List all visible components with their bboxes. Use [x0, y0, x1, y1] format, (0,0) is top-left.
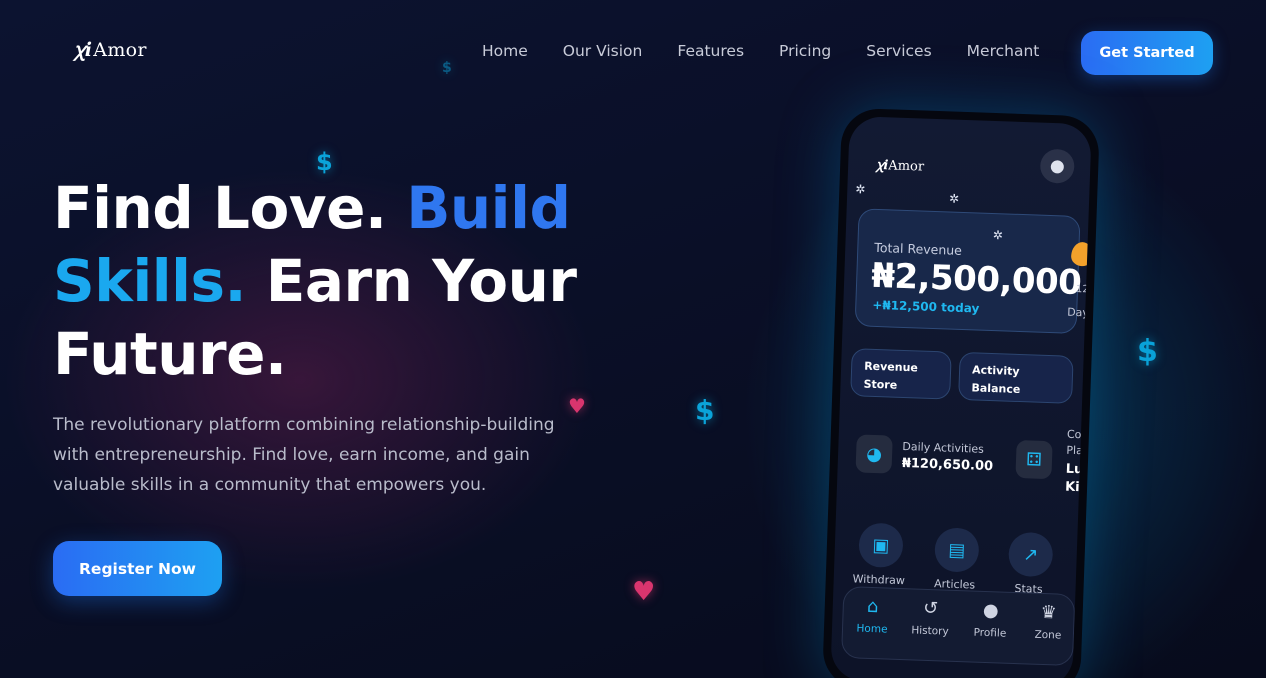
phone-mockup: ꭓiAmor ● ✲ ✲ ✲ Total Revenue ₦2,500,000 …: [821, 107, 1101, 678]
hero-subtitle-line: with entrepreneurship. Find love, earn i…: [53, 445, 530, 465]
daily-activities-label: Daily Activities: [902, 439, 985, 456]
bottom-nav-history[interactable]: ↺ History: [905, 597, 956, 638]
phone-brand-name: Amor: [888, 158, 925, 175]
articles-icon[interactable]: ▤: [934, 527, 980, 573]
phone-screen: ꭓiAmor ● ✲ ✲ ✲ Total Revenue ₦2,500,000 …: [830, 115, 1092, 678]
dollar-icon: $: [1137, 334, 1158, 369]
total-revenue-label: Total Revenue: [874, 239, 963, 258]
phone-brand-logo: ꭓiAmor: [876, 155, 924, 175]
nav-merchant[interactable]: Merchant: [967, 42, 1040, 60]
revenue-store-chip[interactable]: Revenue Store: [850, 348, 952, 400]
bottom-nav-label: History: [911, 624, 949, 638]
bottom-nav-label: Home: [856, 622, 888, 636]
dice-icon: ⚃: [1015, 439, 1053, 480]
profile-icon: ●: [982, 599, 999, 622]
sparkle-icon: ✲: [855, 182, 866, 197]
hero-subtitle-line: The revolutionary platform combining rel…: [53, 415, 555, 435]
bottom-nav-home[interactable]: ⌂ Home: [847, 595, 898, 636]
bottom-nav-zone[interactable]: ♛ Zone: [1023, 601, 1074, 642]
home-icon: ⌂: [866, 595, 879, 618]
hero-title: Find Love. Build Skills. Earn Your Futur…: [53, 172, 613, 391]
stats-icon[interactable]: ↗: [1007, 531, 1054, 578]
bottom-nav-profile[interactable]: ● Profile: [965, 599, 1016, 640]
brand-mark: ꭓi: [74, 39, 93, 61]
activity-balance-chip[interactable]: Activity Balance: [958, 351, 1074, 404]
nav-home[interactable]: Home: [482, 42, 528, 60]
hero-title-part1: Find Love.: [53, 174, 407, 242]
history-icon: ↺: [922, 597, 939, 620]
partial-value: Lu: [1065, 461, 1084, 478]
sparkle-icon: ✲: [948, 191, 960, 206]
hero-title-part4: Earn Your: [246, 247, 577, 315]
chip-label: Balance: [971, 381, 1021, 397]
brand-logo[interactable]: ꭓiAmor: [74, 36, 147, 62]
total-revenue-value: ₦2,500,000: [870, 255, 1083, 304]
nav-our-vision[interactable]: Our Vision: [563, 42, 643, 60]
register-now-button[interactable]: Register Now: [53, 541, 222, 596]
hero-subtitle-line: valuable skills in a community that empo…: [53, 475, 487, 495]
partial-label: Co: [1066, 427, 1082, 442]
hero-subtitle: The revolutionary platform combining rel…: [53, 410, 613, 500]
hero-title-part3: Skills.: [53, 247, 247, 315]
daily-activities-value: ₦120,650.00: [901, 455, 994, 475]
total-revenue-card[interactable]: ✲ Total Revenue ₦2,500,000 +₦12,500 toda…: [854, 208, 1083, 334]
streak-days-label: Days: [1066, 305, 1092, 320]
brand-name: Amor: [93, 39, 147, 61]
withdraw-icon[interactable]: ▣: [858, 522, 904, 569]
main-nav: Home Our Vision Features Pricing Service…: [482, 42, 1074, 60]
chip-label: Store: [863, 377, 898, 392]
hero-title-part5: Future.: [53, 320, 287, 388]
hero-title-part2: Build: [406, 174, 571, 242]
trophy-icon: ♛: [1040, 601, 1058, 624]
bottom-nav-label: Profile: [973, 626, 1007, 640]
pie-chart-icon: ◕: [855, 434, 893, 474]
bottom-nav-label: Zone: [1034, 628, 1062, 642]
phone-bottom-nav: ⌂ Home ↺ History ● Profile ♛ Zone: [840, 586, 1076, 667]
nav-features[interactable]: Features: [677, 42, 744, 60]
avatar-icon[interactable]: ●: [1039, 148, 1075, 184]
dollar-icon: $: [695, 394, 715, 427]
nav-pricing[interactable]: Pricing: [779, 42, 831, 60]
phone-brand-mark: ꭓi: [875, 157, 889, 174]
nav-services[interactable]: Services: [866, 42, 931, 60]
withdraw-label[interactable]: Withdraw: [844, 572, 914, 587]
heart-icon: ♥: [632, 577, 656, 607]
get-started-button[interactable]: Get Started: [1081, 31, 1213, 75]
partial-value: Kir: [1064, 479, 1087, 496]
partial-label: Pla: [1066, 443, 1084, 458]
flame-icon: [1070, 241, 1092, 267]
streak-number: 121: [1075, 283, 1092, 296]
sparkle-icon: ✲: [992, 228, 1004, 243]
today-change: +₦12,500 today: [872, 297, 980, 316]
dollar-icon: $: [442, 60, 452, 76]
